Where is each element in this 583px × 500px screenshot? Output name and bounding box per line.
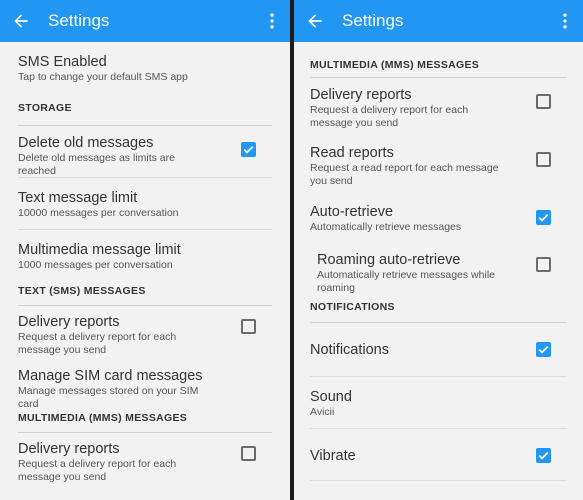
pref-notifications[interactable]: Notifications — [310, 323, 567, 377]
arrow-left-icon[interactable] — [305, 11, 325, 31]
pref-title: SMS Enabled — [18, 54, 107, 70]
auto-retrieve-checkbox[interactable] — [536, 210, 551, 225]
notifications-checkbox[interactable] — [536, 342, 551, 357]
pref-summary: Manage messages stored on your SIM card — [18, 385, 199, 410]
arrow-left-icon[interactable] — [11, 11, 31, 31]
pref-summary: Automatically retrieve messages — [310, 221, 462, 233]
pref-auto-retrieve[interactable]: Auto-retrieve Automatically retrieve mes… — [310, 196, 567, 243]
check-icon — [538, 451, 549, 460]
pref-delete-old-messages[interactable]: Delete old messages Delete old messages … — [18, 126, 272, 178]
pref-title: Roaming auto-retrieve — [317, 252, 461, 268]
pref-title: Text message limit — [18, 190, 138, 206]
pref-summary: Request a delivery report for each messa… — [18, 331, 177, 356]
section-header-storage: STORAGE — [18, 97, 272, 126]
pref-title: Delete old messages — [18, 135, 154, 151]
pref-summary: Tap to change your default SMS app — [18, 71, 188, 83]
pref-summary: 1000 messages per conversation — [18, 259, 173, 271]
pref-sms-enabled[interactable]: SMS Enabled Tap to change your default S… — [18, 42, 272, 97]
vibrate-checkbox[interactable] — [536, 448, 551, 463]
pref-delivery-reports[interactable]: Delivery reports Request a delivery repo… — [310, 78, 567, 136]
section-header-notifications: NOTIFICATIONS — [310, 299, 567, 323]
pref-multimedia-message-limit[interactable]: Multimedia message limit 1000 messages p… — [18, 230, 272, 282]
pref-mms-delivery-reports[interactable]: Delivery reports Request a delivery repo… — [18, 433, 272, 493]
roaming-checkbox[interactable] — [536, 257, 551, 272]
pref-vibrate[interactable]: Vibrate — [310, 429, 567, 481]
pref-sound[interactable]: Sound Avicii — [310, 377, 567, 429]
pref-summary: 10000 messages per conversation — [18, 207, 179, 219]
pref-title: Read reports — [310, 145, 394, 161]
pref-title: Notifications — [310, 342, 389, 358]
section-header-mms: MULTIMEDIA (MMS) MESSAGES — [310, 42, 567, 78]
pref-title: Vibrate — [310, 448, 356, 464]
page-title: Settings — [342, 11, 404, 30]
delete-old-checkbox[interactable] — [241, 142, 256, 157]
pref-title: Sound — [310, 389, 352, 405]
check-icon — [538, 345, 549, 354]
pref-summary: Request a delivery report for each messa… — [18, 458, 177, 483]
pref-title: Auto-retrieve — [310, 204, 394, 220]
check-icon — [538, 213, 549, 222]
settings-list: SMS Enabled Tap to change your default S… — [0, 42, 290, 493]
sms-delivery-checkbox[interactable] — [241, 319, 256, 334]
settings-list: MULTIMEDIA (MMS) MESSAGES Delivery repor… — [294, 42, 583, 481]
read-reports-checkbox[interactable] — [536, 152, 551, 167]
pref-summary: Automatically retrieve messages while ro… — [317, 269, 495, 294]
pref-title: Multimedia message limit — [18, 242, 181, 258]
delivery-checkbox[interactable] — [536, 94, 551, 109]
app-bar: Settings — [294, 0, 583, 42]
section-header-sms: TEXT (SMS) MESSAGES — [18, 282, 272, 306]
pref-roaming-auto-retrieve[interactable]: Roaming auto-retrieve Automatically retr… — [310, 243, 567, 299]
pref-summary: Delete old messages as limits are reache… — [18, 152, 175, 177]
pref-summary: Request a read report for each message y… — [310, 162, 499, 187]
settings-screen-right: Settings MULTIMEDIA (MMS) MESSAGES Deliv… — [294, 0, 583, 500]
pref-text-message-limit[interactable]: Text message limit 10000 messages per co… — [18, 178, 272, 230]
more-vert-icon[interactable] — [555, 11, 575, 31]
pref-title: Manage SIM card messages — [18, 368, 203, 384]
pref-title: Delivery reports — [18, 441, 120, 457]
mms-delivery-checkbox[interactable] — [241, 446, 256, 461]
check-icon — [243, 145, 254, 154]
pref-title: Delivery reports — [310, 87, 412, 103]
settings-screen-left: Settings SMS Enabled Tap to change your … — [0, 0, 290, 500]
pref-sms-delivery-reports[interactable]: Delivery reports Request a delivery repo… — [18, 306, 272, 362]
pref-manage-sim[interactable]: Manage SIM card messages Manage messages… — [18, 362, 272, 410]
pref-read-reports[interactable]: Read reports Request a read report for e… — [310, 136, 567, 196]
pref-title: Delivery reports — [18, 314, 120, 330]
pref-summary: Request a delivery report for each messa… — [310, 104, 469, 129]
section-header-mms: MULTIMEDIA (MMS) MESSAGES — [18, 409, 272, 433]
app-bar: Settings — [0, 0, 290, 42]
pref-summary: Avicii — [310, 406, 335, 418]
more-vert-icon[interactable] — [262, 11, 282, 31]
page-title: Settings — [48, 11, 110, 30]
